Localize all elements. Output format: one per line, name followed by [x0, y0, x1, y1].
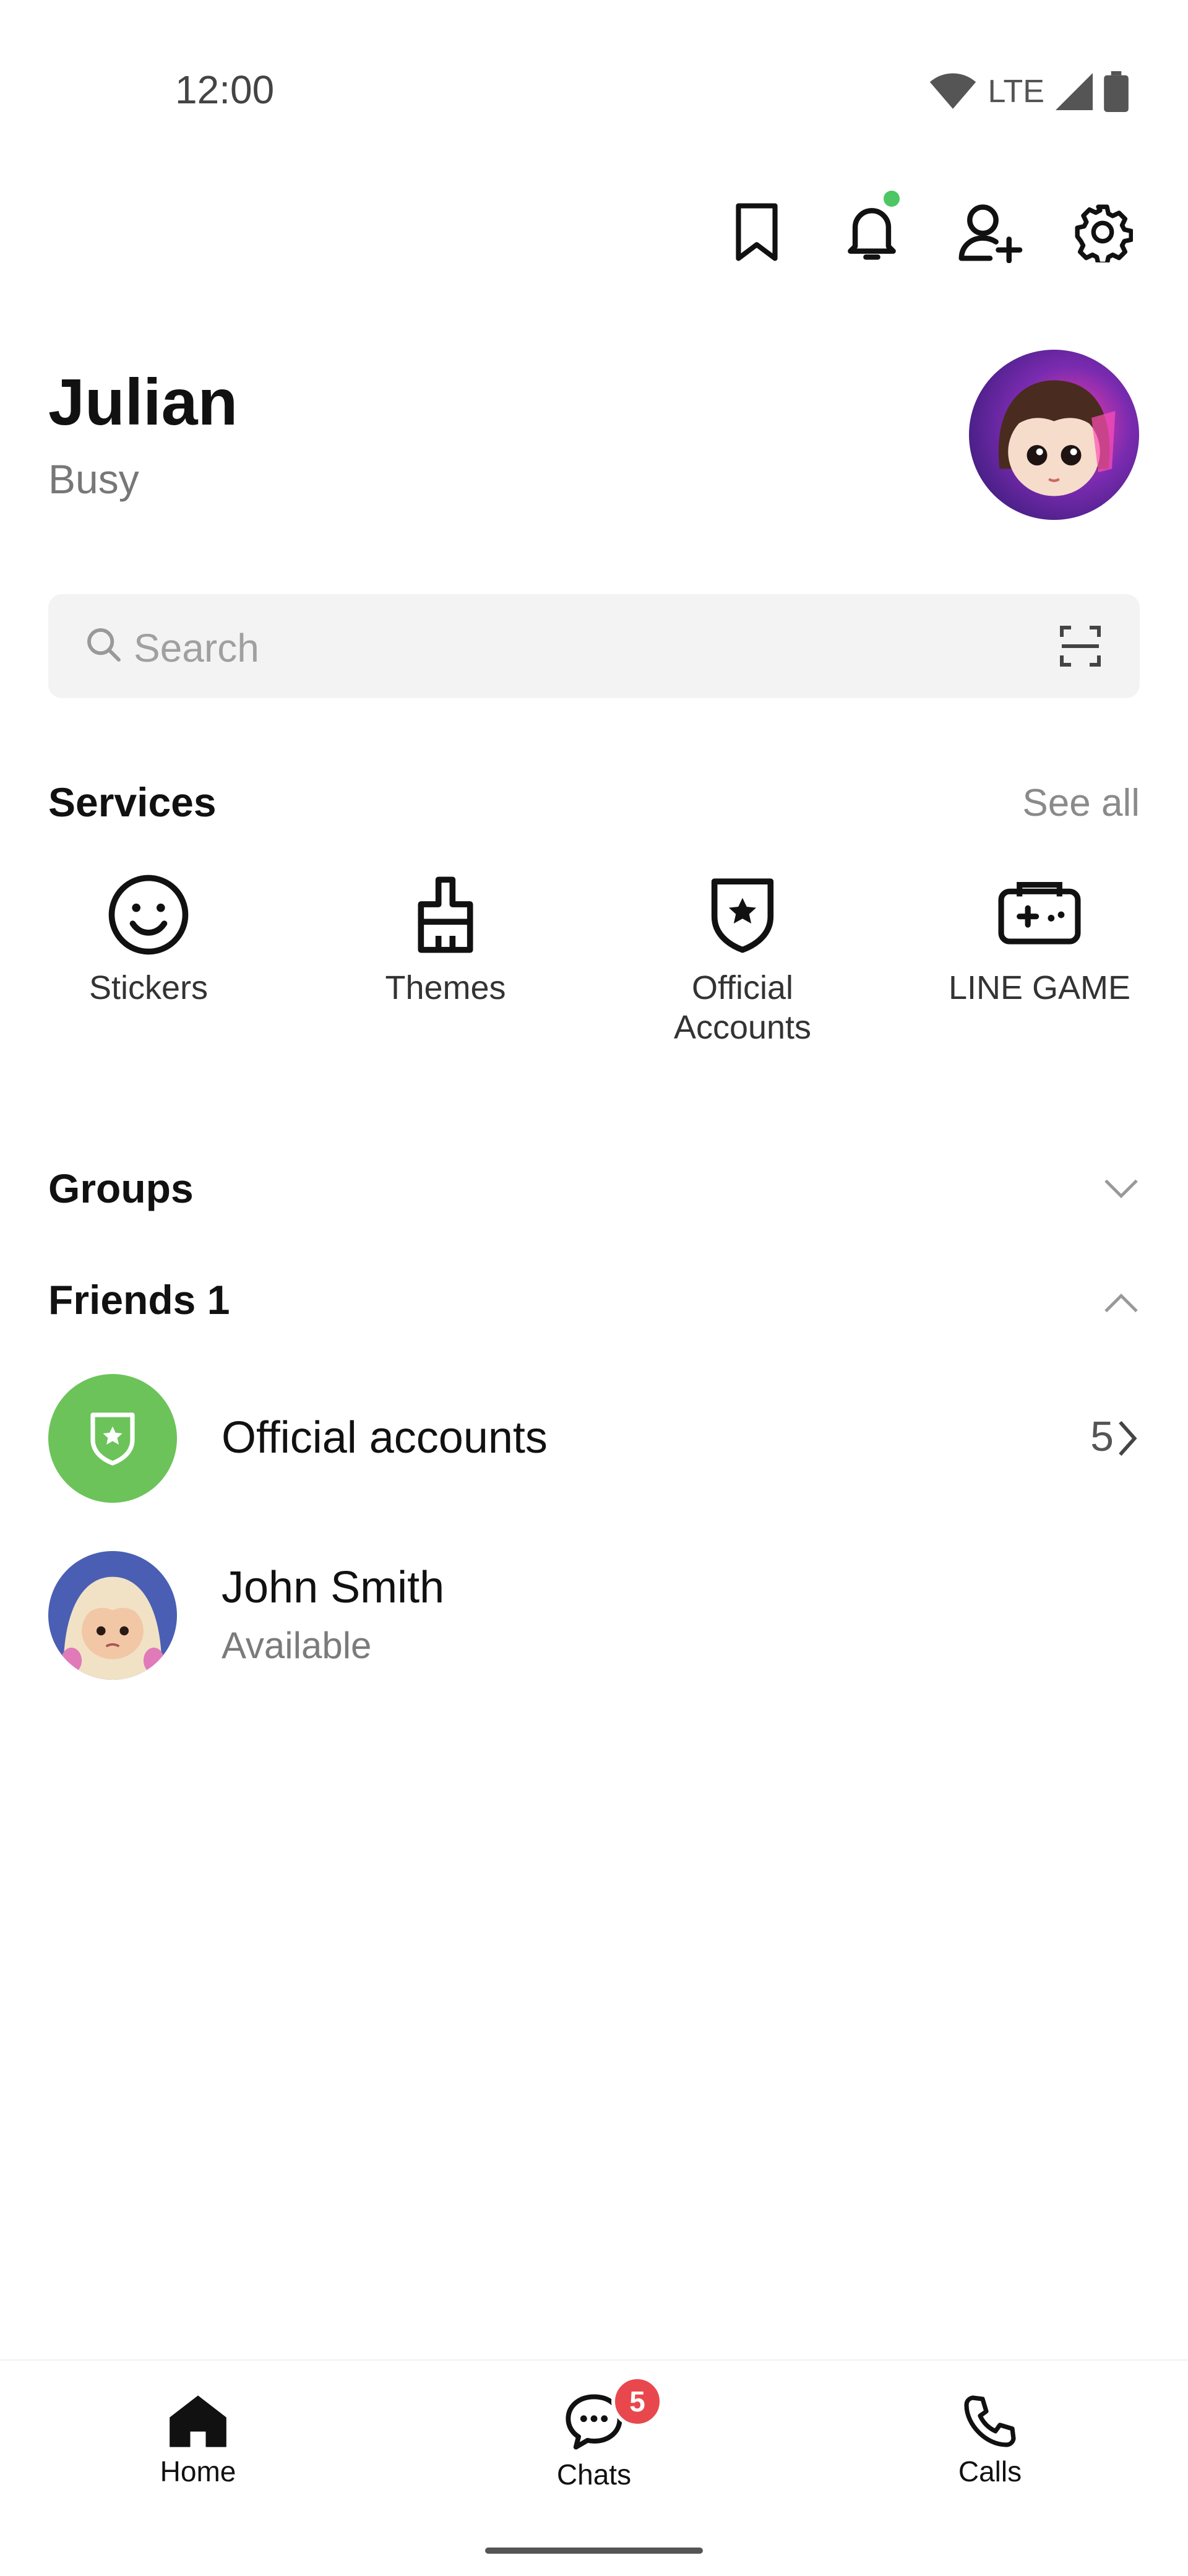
profile-status[interactable]: Busy	[48, 456, 139, 503]
nav-home[interactable]: Home	[105, 2392, 291, 2488]
service-label: Stickers	[88, 969, 209, 1006]
nav-label: Chats	[556, 2458, 632, 2491]
gear-icon	[1075, 204, 1133, 262]
search-input[interactable]: Search	[134, 625, 259, 671]
service-official-accounts[interactable]: Official Accounts	[594, 873, 891, 1047]
service-label: LINE GAME	[948, 969, 1131, 1006]
status-icons: LTE	[929, 67, 1129, 116]
friends-count: 1	[207, 1277, 230, 1323]
nav-label: Home	[160, 2455, 236, 2487]
chevron-up-icon[interactable]	[1103, 1291, 1140, 1316]
add-friend-icon	[958, 204, 1023, 263]
wifi-icon	[930, 73, 976, 109]
shield-star-icon	[90, 1412, 135, 1466]
add-friend-button[interactable]	[956, 198, 1024, 266]
groups-title[interactable]: Groups	[48, 1165, 194, 1212]
friends-label: Friends	[48, 1277, 196, 1323]
service-stickers[interactable]: Stickers	[0, 873, 297, 1008]
home-indicator[interactable]	[485, 2548, 703, 2554]
service-themes[interactable]: Themes	[297, 873, 594, 1008]
services-title: Services	[48, 779, 217, 825]
status-time: 12:00	[175, 67, 275, 112]
official-accounts-label: Official accounts	[222, 1413, 548, 1463]
home-icon	[170, 2395, 226, 2447]
nav-chats[interactable]: 5 Chats	[501, 2375, 687, 2491]
bell-icon	[848, 208, 896, 260]
chats-unread-badge: 5	[611, 2375, 663, 2427]
brush-icon	[418, 876, 473, 953]
phone-icon	[964, 2395, 1016, 2447]
notifications-button[interactable]	[838, 191, 906, 266]
settings-button[interactable]	[1069, 198, 1137, 266]
bottom-nav: Home 5 Chats Calls	[0, 2359, 1188, 2576]
friend-row[interactable]: John Smith Available	[0, 1547, 1188, 1683]
profile-name[interactable]: Julian	[48, 365, 238, 440]
nav-label: Calls	[958, 2455, 1022, 2487]
friend-avatar	[48, 1551, 177, 1680]
network-type: LTE	[988, 74, 1044, 110]
service-line-game[interactable]: LINE GAME	[891, 873, 1188, 1008]
chevron-down-icon[interactable]	[1103, 1176, 1140, 1201]
friend-name: John Smith	[222, 1563, 445, 1612]
smiley-icon	[108, 875, 189, 955]
qr-scan-icon[interactable]	[1058, 623, 1103, 670]
signal-icon	[1056, 73, 1093, 110]
profile-avatar[interactable]	[969, 350, 1139, 520]
official-accounts-row[interactable]: Official accounts	[0, 1370, 1188, 1506]
search-bar[interactable]: Search	[48, 594, 1140, 698]
bookmark-button[interactable]	[723, 198, 791, 266]
search-icon	[87, 628, 121, 662]
service-label: Themes	[385, 969, 506, 1006]
friend-status: Available	[222, 1625, 372, 1666]
chevron-right-icon[interactable]	[1115, 1419, 1140, 1458]
notification-dot	[884, 191, 900, 207]
bookmark-icon	[736, 203, 778, 261]
service-label: Official Accounts	[673, 969, 812, 1046]
nav-calls[interactable]: Calls	[897, 2392, 1083, 2488]
gamepad-icon	[998, 881, 1081, 944]
official-accounts-avatar	[48, 1374, 177, 1503]
official-accounts-count: 5	[1090, 1413, 1114, 1460]
shield-star-icon	[711, 878, 774, 953]
friends-title[interactable]: Friends 1	[48, 1276, 230, 1323]
battery-icon	[1104, 71, 1129, 112]
see-all-link[interactable]: See all	[1022, 781, 1140, 825]
